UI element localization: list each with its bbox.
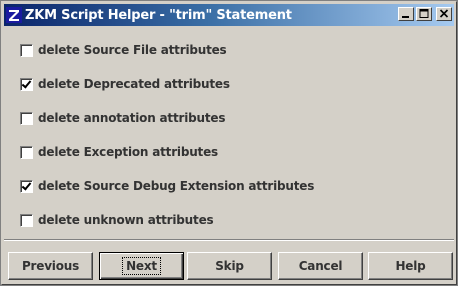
checkbox[interactable] <box>20 43 33 57</box>
checkbox[interactable] <box>20 145 33 159</box>
option-annotation[interactable]: delete annotation attributes <box>20 110 225 126</box>
cancel-button-label: Cancel <box>298 259 343 273</box>
maximize-icon <box>419 9 429 18</box>
window-controls <box>398 7 452 21</box>
title-bar[interactable]: ZKM Script Helper - "trim" Statement <box>4 4 454 26</box>
previous-button[interactable]: Previous <box>8 252 93 280</box>
maximize-button[interactable] <box>416 7 432 21</box>
next-button-label: Next <box>122 257 161 275</box>
minimize-button[interactable] <box>398 7 414 21</box>
previous-button-label: Previous <box>21 259 80 273</box>
skip-button[interactable]: Skip <box>187 252 272 280</box>
checkbox[interactable] <box>20 111 33 125</box>
window-title: ZKM Script Helper - "trim" Statement <box>25 7 292 23</box>
next-button[interactable]: Next <box>99 252 184 280</box>
close-button[interactable] <box>436 7 452 21</box>
option-label[interactable]: delete Source Debug Extension attributes <box>38 179 314 193</box>
option-source-debug-extension[interactable]: delete Source Debug Extension attributes <box>20 178 314 194</box>
button-bar: Previous Next Skip Cancel Help <box>4 241 454 284</box>
checkbox[interactable] <box>20 77 33 91</box>
option-source-file[interactable]: delete Source File attributes <box>20 42 227 58</box>
option-label[interactable]: delete unknown attributes <box>38 213 214 227</box>
options-panel: delete Source File attributes delete Dep… <box>4 26 454 238</box>
option-label[interactable]: delete Deprecated attributes <box>38 77 230 91</box>
dialog-window: ZKM Script Helper - "trim" Statement del… <box>0 0 458 286</box>
help-button-label: Help <box>395 259 426 273</box>
option-exception[interactable]: delete Exception attributes <box>20 144 218 160</box>
skip-button-label: Skip <box>215 259 244 273</box>
cancel-button[interactable]: Cancel <box>278 252 363 280</box>
help-button[interactable]: Help <box>368 252 453 280</box>
option-label[interactable]: delete annotation attributes <box>38 111 225 125</box>
close-icon <box>439 9 449 18</box>
checkbox[interactable] <box>20 213 33 227</box>
option-deprecated[interactable]: delete Deprecated attributes <box>20 76 230 92</box>
checkbox[interactable] <box>20 179 33 193</box>
option-label[interactable]: delete Exception attributes <box>38 145 218 159</box>
option-unknown[interactable]: delete unknown attributes <box>20 212 214 228</box>
option-label[interactable]: delete Source File attributes <box>38 43 227 57</box>
zkm-app-icon <box>6 7 22 23</box>
minimize-icon <box>402 16 409 18</box>
